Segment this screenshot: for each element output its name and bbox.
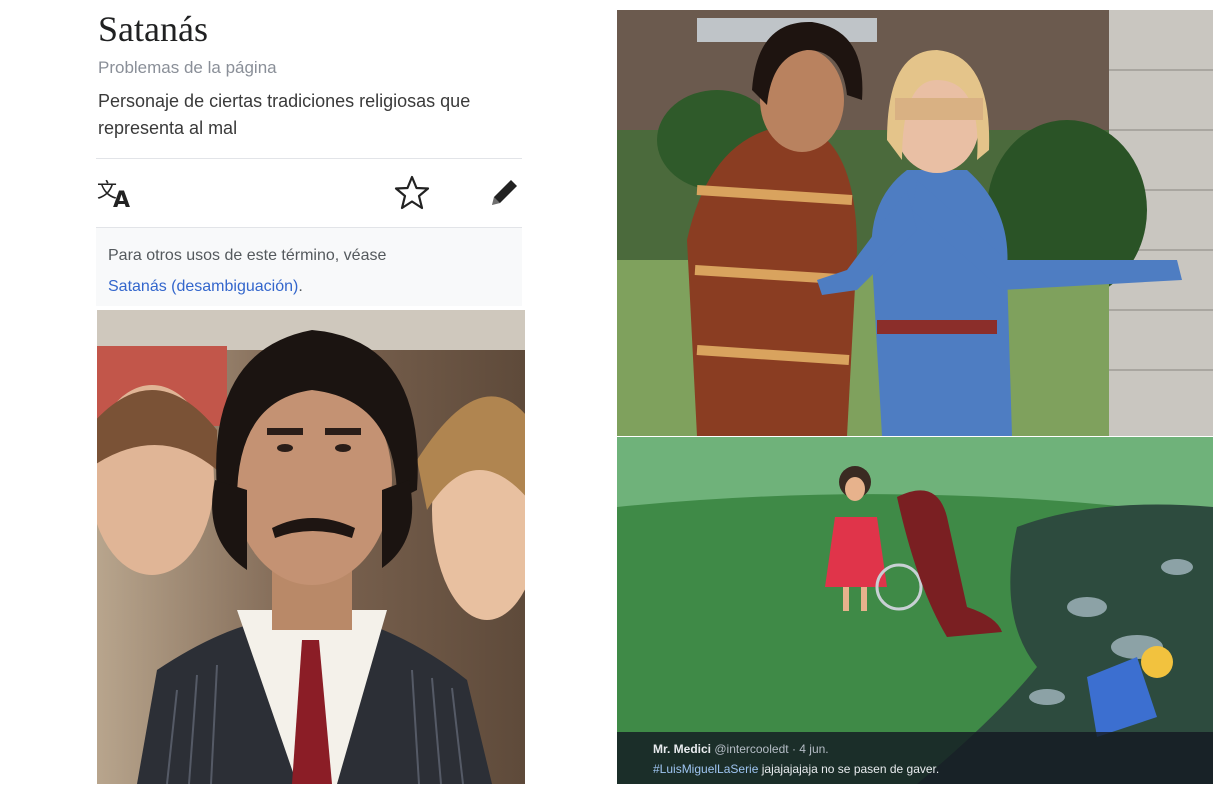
cartoon-meme-panel: Mr. Medici @intercooledt · 4 jun. #LuisM… bbox=[617, 437, 1213, 784]
page-issues-link[interactable]: Problemas de la página bbox=[98, 58, 277, 78]
language-icon[interactable]: 文 A bbox=[96, 173, 136, 213]
svg-text:A: A bbox=[113, 188, 130, 213]
page-title: Satanás bbox=[98, 9, 208, 49]
tweet-meta: Mr. Medici @intercooledt · 4 jun. bbox=[653, 742, 829, 756]
pencil-icon[interactable] bbox=[484, 173, 524, 213]
page-description: Personaje de ciertas tradiciones religio… bbox=[98, 91, 471, 138]
star-icon[interactable] bbox=[392, 173, 432, 213]
tweet-caption: Mr. Medici @intercooledt · 4 jun. #LuisM… bbox=[617, 732, 1213, 784]
hatnote-suffix: . bbox=[298, 278, 303, 295]
tweet-author-name[interactable]: Mr. Medici bbox=[653, 742, 711, 756]
hatnote-text: Para otros usos de este término, véase S… bbox=[108, 240, 386, 302]
garden-photo bbox=[617, 10, 1213, 436]
tweet-body: jajajajajaja no se pasen de gaver. bbox=[761, 762, 940, 776]
tweet-text: #LuisMiguelLaSerie jajajajajaja no se pa… bbox=[653, 762, 939, 776]
article-toolbar: 文 A bbox=[96, 158, 522, 228]
disambiguation-hatnote: Para otros usos de este término, véase S… bbox=[96, 228, 522, 306]
tweet-author-handle[interactable]: @intercooledt bbox=[714, 742, 788, 756]
portrait-photo bbox=[97, 310, 525, 784]
disambiguation-link[interactable]: Satanás (desambiguación) bbox=[108, 278, 298, 295]
tweet-hashtag[interactable]: #LuisMiguelLaSerie bbox=[653, 762, 758, 776]
tweet-date: · 4 jun. bbox=[791, 742, 829, 756]
hatnote-prefix: Para otros usos de este término, véase bbox=[108, 247, 387, 264]
